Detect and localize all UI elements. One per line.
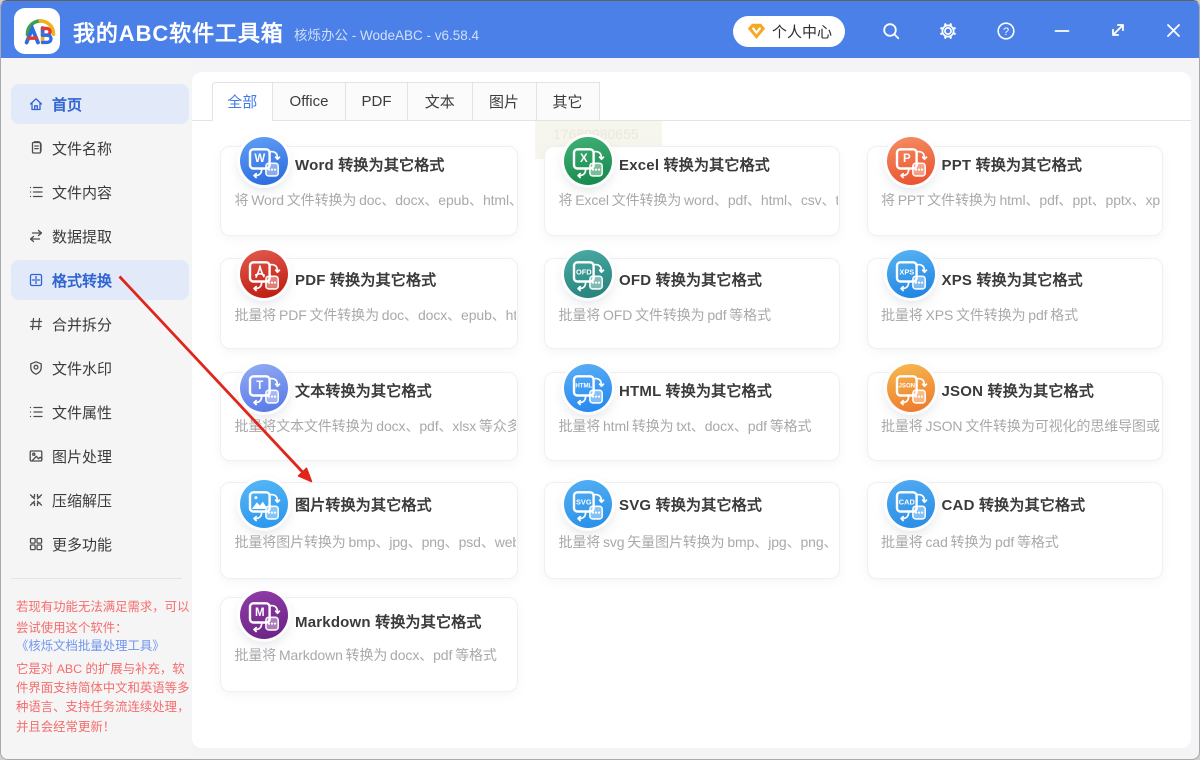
svg-text:JSON: JSON [898, 382, 915, 389]
svg-text:X: X [580, 153, 588, 165]
svg-text:XPS: XPS [899, 268, 914, 277]
svg-text:SVG: SVG [576, 498, 592, 507]
svg-text:P: P [902, 153, 910, 165]
svg-text:W: W [254, 153, 265, 165]
svg-text:CAD: CAD [898, 498, 915, 507]
svg-text:M: M [255, 607, 265, 619]
svg-text:?: ? [1003, 26, 1009, 38]
svg-text:HTML: HTML [575, 382, 592, 389]
svg-text:OFD: OFD [576, 268, 592, 277]
